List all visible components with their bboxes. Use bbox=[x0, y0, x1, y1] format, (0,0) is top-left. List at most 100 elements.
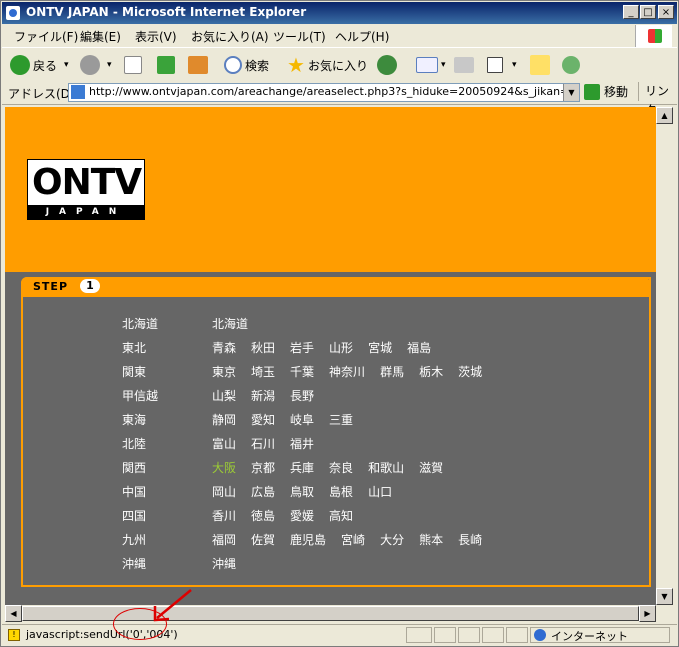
back-button[interactable]: 戻る ▾ bbox=[10, 54, 69, 76]
home-button[interactable] bbox=[188, 54, 208, 76]
forward-dropdown-icon[interactable]: ▾ bbox=[107, 60, 112, 70]
prefecture-link[interactable]: 徳島 bbox=[251, 509, 275, 523]
prefecture-link[interactable]: 高知 bbox=[329, 509, 353, 523]
prefecture-link[interactable]: 京都 bbox=[251, 461, 275, 475]
address-dropdown-icon[interactable]: ▼ bbox=[563, 84, 579, 101]
prefecture-link[interactable]: 広島 bbox=[251, 485, 275, 499]
menu-file[interactable]: ファイル(F) bbox=[14, 28, 78, 45]
prefecture-link[interactable]: 群馬 bbox=[380, 365, 404, 379]
go-button[interactable]: 移動 bbox=[584, 83, 628, 100]
refresh-button[interactable] bbox=[157, 54, 175, 76]
prefecture-link[interactable]: 北海道 bbox=[212, 317, 248, 331]
prefecture-link[interactable]: 新潟 bbox=[251, 389, 275, 403]
mail-dropdown-icon[interactable]: ▾ bbox=[441, 60, 446, 70]
scroll-down-button[interactable]: ▼ bbox=[656, 588, 673, 605]
menu-help[interactable]: ヘルプ(H) bbox=[335, 28, 389, 45]
prefecture-link[interactable]: 青森 bbox=[212, 341, 236, 355]
print-button[interactable] bbox=[454, 54, 474, 76]
vertical-scrollbar[interactable]: ▲ ▼ bbox=[656, 107, 673, 605]
prefecture-link[interactable]: 愛媛 bbox=[290, 509, 314, 523]
scroll-right-button[interactable]: ▶ bbox=[639, 605, 656, 622]
prefecture-link[interactable]: 沖縄 bbox=[212, 557, 236, 571]
prefecture-link[interactable]: 大阪 bbox=[212, 461, 236, 475]
prefecture-link[interactable]: 栃木 bbox=[419, 365, 443, 379]
refresh-icon bbox=[157, 56, 175, 74]
prefecture-link[interactable]: 長野 bbox=[290, 389, 314, 403]
note-icon bbox=[530, 55, 550, 75]
prefecture-link[interactable]: 長崎 bbox=[458, 533, 482, 547]
prefecture-link[interactable]: 静岡 bbox=[212, 413, 236, 427]
status-cell bbox=[482, 627, 504, 643]
prefecture-link[interactable]: 茨城 bbox=[458, 365, 482, 379]
close-button[interactable]: × bbox=[658, 5, 674, 19]
prefecture-link[interactable]: 滋賀 bbox=[419, 461, 443, 475]
menu-favorites[interactable]: お気に入り(A) bbox=[191, 28, 269, 45]
prefecture-link[interactable]: 鳥取 bbox=[290, 485, 314, 499]
horizontal-scrollbar[interactable]: ◀ ▶ bbox=[5, 605, 656, 622]
prefecture-link[interactable]: 福井 bbox=[290, 437, 314, 451]
stop-button[interactable] bbox=[124, 54, 142, 76]
prefecture-link[interactable]: 山口 bbox=[368, 485, 392, 499]
mail-button[interactable]: ▾ bbox=[416, 54, 446, 76]
go-label: 移動 bbox=[604, 85, 629, 99]
history-button[interactable] bbox=[377, 54, 397, 76]
prefecture-link[interactable]: 愛知 bbox=[251, 413, 275, 427]
prefecture-link[interactable]: 山形 bbox=[329, 341, 353, 355]
prefecture-link[interactable]: 福島 bbox=[407, 341, 431, 355]
minimize-button[interactable]: _ bbox=[623, 5, 639, 19]
zone-label: インターネット bbox=[551, 630, 628, 643]
prefecture-row: 静岡 愛知 岐阜 三重 bbox=[212, 411, 368, 428]
favorites-button[interactable]: ★ お気に入り bbox=[287, 53, 368, 77]
address-input[interactable]: http://www.ontvjapan.com/areachange/area… bbox=[68, 83, 580, 102]
menu-tools[interactable]: ツール(T) bbox=[273, 28, 326, 45]
prefecture-link[interactable]: 熊本 bbox=[419, 533, 443, 547]
home-icon bbox=[188, 56, 208, 74]
prefecture-link[interactable]: 石川 bbox=[251, 437, 275, 451]
prefecture-row: 福岡 佐賀 鹿児島 宮崎 大分 熊本 長崎 bbox=[212, 531, 497, 548]
prefecture-link[interactable]: 鹿児島 bbox=[290, 533, 326, 547]
region-label: 四国 bbox=[122, 509, 147, 523]
prefecture-link[interactable]: 奈良 bbox=[329, 461, 353, 475]
prefecture-link[interactable]: 大分 bbox=[380, 533, 404, 547]
forward-button[interactable]: ▾ bbox=[80, 54, 112, 76]
menu-view[interactable]: 表示(V) bbox=[135, 28, 177, 45]
prefecture-link[interactable]: 島根 bbox=[329, 485, 353, 499]
scroll-up-button[interactable]: ▲ bbox=[656, 107, 673, 124]
prefecture-link[interactable]: 兵庫 bbox=[290, 461, 314, 475]
edit-dropdown-icon[interactable]: ▾ bbox=[512, 60, 517, 70]
page-content: ONTV JAPAN STEP 1 北海道 北海道 東北 青森 秋田 岩手 山形 宮城 福島 関東… bbox=[5, 107, 656, 605]
prefecture-link[interactable]: 岐阜 bbox=[290, 413, 314, 427]
prefecture-link[interactable]: 富山 bbox=[212, 437, 236, 451]
prefecture-link[interactable]: 神奈川 bbox=[329, 365, 365, 379]
prefecture-link[interactable]: 埼玉 bbox=[251, 365, 275, 379]
prefecture-link[interactable]: 岡山 bbox=[212, 485, 236, 499]
search-button[interactable]: 検索 bbox=[224, 54, 269, 76]
region-label: 関西 bbox=[122, 461, 147, 475]
menu-edit[interactable]: 編集(E) bbox=[80, 28, 121, 45]
discuss-button[interactable] bbox=[530, 54, 550, 76]
prefecture-link[interactable]: 岩手 bbox=[290, 341, 314, 355]
prefecture-link[interactable]: 三重 bbox=[329, 413, 353, 427]
prefecture-link[interactable]: 千葉 bbox=[290, 365, 314, 379]
region-label: 甲信越 bbox=[122, 389, 159, 403]
prefecture-link[interactable]: 山梨 bbox=[212, 389, 236, 403]
messenger-button[interactable] bbox=[562, 54, 580, 76]
back-dropdown-icon[interactable]: ▾ bbox=[64, 60, 69, 70]
prefecture-link[interactable]: 秋田 bbox=[251, 341, 275, 355]
prefecture-link[interactable]: 佐賀 bbox=[251, 533, 275, 547]
region-label: 東北 bbox=[122, 341, 147, 355]
links-button[interactable]: リンク bbox=[638, 82, 677, 117]
edit-button[interactable]: ▾ bbox=[487, 54, 517, 76]
star-icon: ★ bbox=[287, 53, 305, 77]
windows-logo-icon bbox=[635, 25, 672, 47]
prefecture-link[interactable]: 福岡 bbox=[212, 533, 236, 547]
maximize-button[interactable]: □ bbox=[640, 5, 656, 19]
prefecture-link[interactable]: 宮城 bbox=[368, 341, 392, 355]
prefecture-link[interactable]: 東京 bbox=[212, 365, 236, 379]
prefecture-link[interactable]: 和歌山 bbox=[368, 461, 404, 475]
prefecture-link[interactable]: 香川 bbox=[212, 509, 236, 523]
scroll-left-button[interactable]: ◀ bbox=[5, 605, 22, 622]
favorites-label: お気に入り bbox=[307, 58, 368, 73]
region-label: 沖縄 bbox=[122, 557, 147, 571]
prefecture-link[interactable]: 宮崎 bbox=[341, 533, 365, 547]
